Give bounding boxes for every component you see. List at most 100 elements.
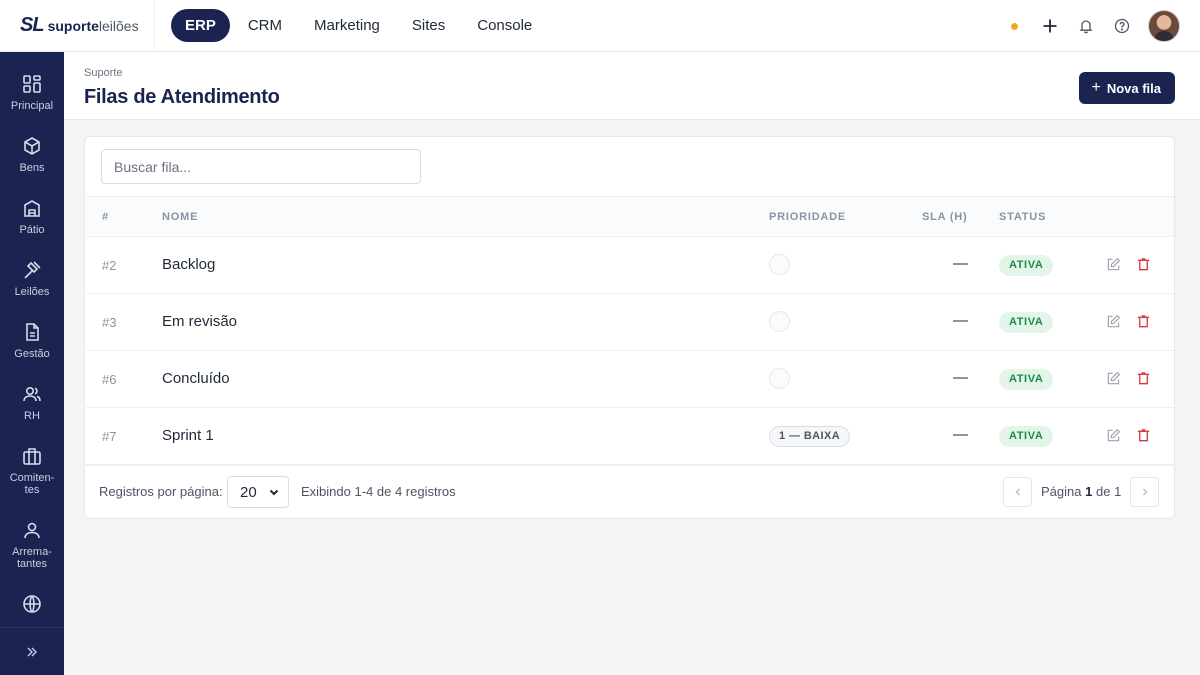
row-id: #6 (102, 372, 117, 387)
help-icon[interactable] (1112, 16, 1132, 36)
nav-sites[interactable]: Sites (398, 9, 459, 42)
grid-icon (23, 75, 41, 93)
status-badge: ATIVA (999, 426, 1054, 447)
sidebar-item-gestao[interactable]: Gestão (0, 322, 64, 360)
row-name: Em revisão (162, 313, 238, 330)
briefcase-icon (23, 448, 41, 465)
chevron-right-icon (1142, 488, 1147, 496)
row-id: #7 (102, 429, 117, 444)
bell-icon[interactable] (1076, 16, 1096, 36)
users-icon (23, 386, 41, 402)
brand-logo[interactable]: SL suporteleilões (0, 0, 155, 52)
page-header: Suporte Filas de Atendimento + Nova fila (64, 52, 1200, 120)
sidebar-item-label: Principal (10, 100, 54, 112)
table-row[interactable]: #7 Sprint 1 1 — BAIXA — ATIVA (86, 408, 1174, 465)
sidebar-item-patio[interactable]: Pátio (0, 198, 64, 236)
status-dot (1011, 22, 1018, 30)
nav-marketing[interactable]: Marketing (300, 9, 394, 42)
row-sla: — (953, 369, 968, 386)
sidebar-item-sites[interactable] (0, 594, 64, 614)
top-actions (1011, 0, 1180, 52)
expand-sidebar-icon[interactable] (22, 642, 42, 662)
nav-crm[interactable]: CRM (234, 9, 296, 42)
edit-icon[interactable] (1106, 257, 1121, 272)
new-queue-button[interactable]: + Nova fila (1079, 72, 1175, 104)
row-name: Sprint 1 (162, 427, 214, 444)
row-sla: — (953, 312, 968, 329)
plus-icon: + (1091, 79, 1101, 96)
status-badge: ATIVA (999, 369, 1054, 390)
status-badge: ATIVA (999, 255, 1054, 276)
sidebar-divider (0, 627, 64, 628)
row-id: #3 (102, 315, 117, 330)
delete-icon[interactable] (1136, 257, 1151, 272)
sidebar-item-label: Leilões (14, 286, 50, 298)
chevron-left-icon (1015, 488, 1020, 496)
priority-badge: 1 — BAIXA (769, 426, 851, 447)
sidebar-item-label: Pátio (19, 224, 45, 236)
sidebar-item-bens[interactable]: Bens (0, 136, 64, 174)
column-priority[interactable]: PRIORIDADE (769, 211, 846, 223)
user-icon (24, 522, 40, 539)
sidebar-item-leiloes[interactable]: Leilões (0, 260, 64, 298)
column-sla[interactable]: SLA (H) (922, 211, 968, 223)
globe-icon (23, 595, 41, 613)
sidebar-item-principal[interactable]: Principal (0, 74, 64, 112)
footer-divider (85, 465, 1174, 466)
add-icon[interactable] (1040, 16, 1060, 36)
sidebar-item-rh[interactable]: RH (0, 384, 64, 422)
row-id: #2 (102, 258, 117, 273)
per-page-label: Registros por página: (99, 484, 223, 499)
sidebar-item-label: Gestão (14, 348, 50, 360)
next-page-button[interactable] (1130, 477, 1159, 507)
priority-empty (769, 368, 790, 389)
queues-card: # NOME PRIORIDADE SLA (H) STATUS #2 Back… (84, 136, 1175, 519)
row-sla: — (953, 426, 968, 443)
avatar[interactable] (1148, 10, 1180, 42)
table-header: # NOME PRIORIDADE SLA (H) STATUS (86, 196, 1174, 237)
row-name: Backlog (162, 256, 216, 273)
table-row[interactable]: #6 Concluído — ATIVA (86, 351, 1174, 408)
edit-icon[interactable] (1106, 314, 1121, 329)
sidebar-item-label: Bens (19, 162, 45, 174)
table-row[interactable]: #2 Backlog — ATIVA (86, 237, 1174, 294)
records-summary: Exibindo 1-4 de 4 registros (301, 484, 456, 499)
row-sla: — (953, 255, 968, 272)
warehouse-icon (24, 200, 40, 217)
chevron-down-icon (269, 489, 279, 496)
column-id: # (102, 211, 109, 223)
prev-page-button[interactable] (1003, 477, 1032, 507)
edit-icon[interactable] (1106, 428, 1121, 443)
new-queue-label: Nova fila (1106, 80, 1161, 96)
breadcrumb[interactable]: Suporte (84, 67, 123, 79)
brand-mark: SL (20, 14, 45, 36)
document-icon (26, 323, 39, 341)
sidebar-item-label: Arrema- tantes (12, 546, 52, 570)
priority-empty (769, 311, 790, 332)
brand-name: suporteleilões (47, 17, 139, 34)
sidebar-item-label: Comiten- tes (9, 472, 55, 496)
per-page-value: 20 (240, 483, 257, 501)
nav-console[interactable]: Console (463, 9, 546, 42)
sidebar-item-arrematantes[interactable]: Arrema- tantes (0, 520, 64, 570)
delete-icon[interactable] (1136, 371, 1151, 386)
page-indicator: Página 1 de 1 (1041, 484, 1122, 499)
table-row[interactable]: #3 Em revisão — ATIVA (86, 294, 1174, 351)
search-input[interactable] (101, 149, 421, 184)
column-status[interactable]: STATUS (999, 211, 1046, 223)
per-page-select[interactable]: 20 (227, 476, 289, 508)
gavel-icon (24, 261, 41, 279)
top-nav: ERP CRM Marketing Sites Console (171, 9, 546, 42)
sidebar-item-comitentes[interactable]: Comiten- tes (0, 446, 64, 496)
row-name: Concluído (162, 370, 230, 387)
nav-erp[interactable]: ERP (171, 9, 230, 42)
status-badge: ATIVA (999, 312, 1054, 333)
edit-icon[interactable] (1106, 371, 1121, 386)
column-name[interactable]: NOME (162, 211, 198, 223)
delete-icon[interactable] (1136, 314, 1151, 329)
sidebar: Principal Bens Pátio Leilões Gestão RH C… (0, 52, 64, 675)
cube-icon (24, 137, 40, 155)
sidebar-item-label: RH (24, 410, 40, 422)
delete-icon[interactable] (1136, 428, 1151, 443)
top-bar: SL suporteleilões ERP CRM Marketing Site… (0, 0, 1200, 52)
